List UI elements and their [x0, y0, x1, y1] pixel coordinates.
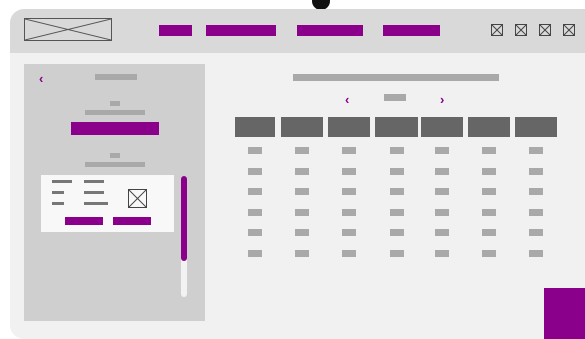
calendar-header-cell	[235, 117, 275, 137]
placeholder-icon[interactable]	[563, 24, 575, 36]
calendar-day-cell[interactable]	[435, 209, 449, 216]
calendar-day-cell[interactable]	[482, 250, 496, 257]
sidebar: ‹	[24, 64, 205, 321]
sidebar-title	[95, 74, 137, 80]
calendar-day-cell[interactable]	[435, 229, 449, 236]
calendar-day-cell[interactable]	[482, 229, 496, 236]
calendar-day-cell[interactable]	[435, 250, 449, 257]
card-button-secondary[interactable]	[113, 217, 151, 225]
card-label	[52, 180, 72, 183]
calendar-header-cell	[375, 117, 418, 137]
calendar-day-cell[interactable]	[295, 168, 309, 175]
calendar-day-cell[interactable]	[389, 168, 404, 175]
calendar-header-cell	[421, 117, 463, 137]
calendar-day-cell[interactable]	[342, 209, 356, 216]
calendar-day-cell[interactable]	[248, 229, 262, 236]
calendar-day-cell[interactable]	[482, 147, 496, 154]
placeholder-icon[interactable]	[515, 24, 527, 36]
card-value	[84, 191, 104, 194]
calendar-day-cell[interactable]	[248, 209, 262, 216]
calendar-day-cell[interactable]	[435, 168, 449, 175]
card-label	[52, 191, 64, 194]
calendar-header-cell	[468, 117, 510, 137]
floating-action-button[interactable]	[544, 288, 585, 339]
calendar-day-cell[interactable]	[248, 147, 262, 154]
calendar-day-cell[interactable]	[248, 250, 262, 257]
calendar-day-cell[interactable]	[342, 188, 356, 195]
calendar-day-cell[interactable]	[529, 188, 543, 195]
card-value	[84, 180, 104, 183]
calendar-day-cell[interactable]	[295, 188, 309, 195]
calendar-day-cell[interactable]	[529, 168, 543, 175]
calendar-day-cell[interactable]	[342, 250, 356, 257]
placeholder-icon[interactable]	[539, 24, 551, 36]
section-label-small	[110, 153, 120, 158]
calendar-day-cell[interactable]	[295, 229, 309, 236]
calendar-day-cell[interactable]	[295, 250, 309, 257]
placeholder-icon[interactable]	[491, 24, 503, 36]
calendar-day-cell[interactable]	[389, 188, 404, 195]
calendar-header-cell	[281, 117, 323, 137]
calendar-title	[293, 74, 499, 81]
calendar-day-cell[interactable]	[295, 147, 309, 154]
calendar-day-cell[interactable]	[482, 188, 496, 195]
scrollbar[interactable]	[181, 176, 187, 297]
calendar-day-cell[interactable]	[435, 188, 449, 195]
calendar-day-cell[interactable]	[342, 168, 356, 175]
calendar-day-cell[interactable]	[342, 229, 356, 236]
card-value	[84, 202, 108, 205]
scrollbar-thumb[interactable]	[181, 176, 187, 261]
chevron-right-icon[interactable]: ›	[440, 93, 444, 106]
nav-item-3[interactable]	[297, 25, 363, 36]
chevron-left-icon[interactable]: ‹	[39, 72, 43, 85]
calendar-day-cell[interactable]	[482, 168, 496, 175]
calendar-day-cell[interactable]	[389, 250, 404, 257]
calendar-day-cell[interactable]	[529, 250, 543, 257]
calendar-day-cell[interactable]	[248, 188, 262, 195]
section-label	[85, 110, 145, 115]
section-label	[85, 162, 145, 167]
app-window: ‹ ‹ ›	[10, 9, 585, 339]
calendar-day-cell[interactable]	[529, 147, 543, 154]
calendar-day-cell[interactable]	[389, 229, 404, 236]
calendar-day-cell[interactable]	[389, 209, 404, 216]
calendar-month-label	[384, 94, 406, 101]
calendar-header-cell	[328, 117, 370, 137]
calendar-day-cell[interactable]	[248, 168, 262, 175]
header	[10, 9, 585, 53]
chevron-left-icon[interactable]: ‹	[345, 93, 349, 106]
primary-action-button[interactable]	[71, 122, 159, 135]
image-placeholder-icon	[128, 189, 147, 208]
list-item[interactable]	[41, 175, 174, 232]
calendar-day-cell[interactable]	[529, 229, 543, 236]
calendar-header-cell	[515, 117, 557, 137]
nav-item-1[interactable]	[159, 25, 192, 36]
calendar-day-cell[interactable]	[482, 209, 496, 216]
calendar-day-cell[interactable]	[435, 147, 449, 154]
section-label-small	[110, 101, 120, 106]
calendar-day-cell[interactable]	[295, 209, 309, 216]
card-label	[52, 202, 64, 205]
calendar-day-cell[interactable]	[342, 147, 356, 154]
nav-item-2[interactable]	[206, 25, 276, 36]
calendar-day-cell[interactable]	[389, 147, 404, 154]
image-placeholder-icon[interactable]	[24, 18, 112, 41]
nav-item-4[interactable]	[383, 25, 440, 36]
calendar-day-cell[interactable]	[529, 209, 543, 216]
card-button-primary[interactable]	[65, 217, 103, 225]
